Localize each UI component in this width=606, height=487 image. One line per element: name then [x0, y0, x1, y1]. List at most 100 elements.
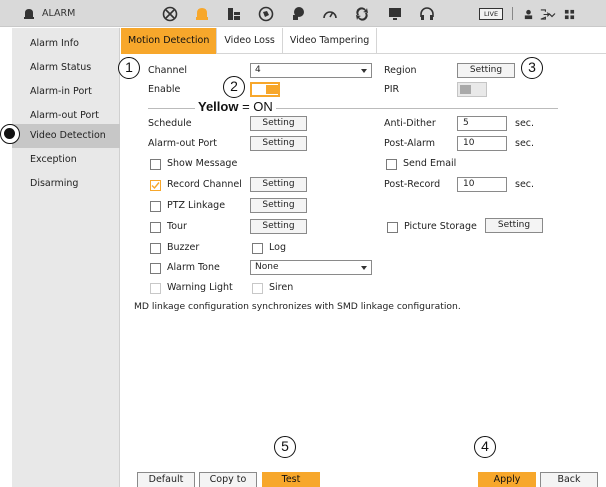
yellow-word: Yellow [198, 99, 239, 114]
tour-setting-button[interactable]: Setting [250, 219, 307, 234]
sidebar-item-alarm-in-port[interactable]: Alarm-in Port [12, 80, 120, 104]
enable-toggle[interactable] [250, 82, 280, 97]
divider [512, 7, 513, 20]
maintenance-icon[interactable] [353, 5, 371, 23]
toggle-knob [266, 85, 278, 94]
sidebar-item-alarm-status[interactable]: Alarm Status [12, 56, 120, 80]
post-alarm-label: Post-Alarm [384, 138, 436, 149]
video-wheel-icon[interactable] [161, 5, 179, 23]
alarm-tone-checkbox[interactable] [150, 263, 161, 274]
anti-dither-label: Anti-Dither [384, 118, 436, 129]
yellow-on-annotation: Yellow = ON [195, 99, 276, 114]
enable-label: Enable [148, 84, 181, 95]
audio-headphone-icon[interactable] [418, 5, 436, 23]
show-message-label: Show Message [167, 158, 238, 169]
alarm-tone-value: None [255, 262, 279, 272]
region-setting-button[interactable]: Setting [457, 63, 515, 78]
sidebar-item-exception[interactable]: Exception [12, 148, 120, 172]
alarm-bell-icon [24, 8, 34, 19]
channel-value: 4 [255, 65, 261, 75]
apply-button[interactable]: Apply [478, 472, 536, 487]
sidebar-item-alarm-info[interactable]: Alarm Info [12, 32, 120, 56]
channel-select[interactable]: 4 [250, 63, 372, 78]
warning-light-checkbox[interactable] [150, 283, 161, 294]
display-monitor-icon[interactable] [386, 5, 404, 23]
ptz-linkage-checkbox[interactable] [150, 201, 161, 212]
yellow-rest: = ON [238, 99, 273, 114]
grid-menu-icon[interactable] [563, 8, 575, 20]
log-checkbox[interactable] [252, 243, 263, 254]
ptz-linkage-label: PTZ Linkage [167, 200, 226, 211]
record-channel-checkbox[interactable] [150, 180, 161, 191]
test-button[interactable]: Test [262, 472, 320, 487]
sidebar-item-disarming[interactable]: Disarming [12, 172, 120, 196]
chevron-down-icon[interactable] [548, 8, 556, 20]
post-record-input[interactable]: 10 [457, 177, 507, 192]
callout-1: 1 [118, 57, 140, 79]
picture-storage-setting-button[interactable]: Setting [485, 218, 543, 233]
post-record-unit: sec. [515, 179, 535, 190]
live-view-button[interactable]: LIVE [479, 8, 503, 20]
user-icon[interactable] [522, 8, 534, 20]
log-label: Log [269, 242, 286, 253]
default-button[interactable]: Default [137, 472, 195, 487]
schedule-setting-button[interactable]: Setting [250, 116, 307, 131]
sidebar: Alarm Info Alarm Status Alarm-in Port Al… [12, 28, 120, 487]
pir-toggle[interactable] [457, 82, 487, 97]
ptz-camera-icon[interactable] [289, 5, 307, 23]
send-email-checkbox[interactable] [386, 159, 397, 170]
tab-motion-detection[interactable]: Motion Detection [121, 28, 218, 54]
channel-label: Channel [148, 65, 188, 76]
anti-dither-unit: sec. [515, 118, 535, 129]
record-channel-label: Record Channel [167, 179, 242, 190]
anti-dither-input[interactable]: 5 [457, 116, 507, 131]
buzzer-label: Buzzer [167, 242, 200, 253]
post-record-label: Post-Record [384, 179, 441, 190]
alarm-out-setting-button[interactable]: Setting [250, 136, 307, 151]
callout-2: 2 [223, 76, 245, 98]
post-alarm-unit: sec. [515, 138, 535, 149]
pir-label: PIR [384, 84, 400, 95]
picture-storage-checkbox[interactable] [387, 222, 398, 233]
callout-4: 4 [474, 436, 496, 458]
network-icon[interactable] [257, 5, 275, 23]
alarm-tone-select[interactable]: None [250, 260, 372, 275]
siren-checkbox[interactable] [252, 283, 263, 294]
back-button[interactable]: Back [540, 472, 598, 487]
chevron-down-icon [361, 266, 367, 270]
main-panel: Motion Detection Video Loss Video Tamper… [121, 28, 606, 487]
tab-video-tampering[interactable]: Video Tampering [283, 28, 378, 54]
toggle-knob [460, 85, 471, 94]
post-alarm-input[interactable]: 10 [457, 136, 507, 151]
region-label: Region [384, 65, 417, 76]
picture-storage-label: Picture Storage [404, 221, 477, 232]
checkmark-icon [151, 182, 160, 190]
show-message-checkbox[interactable] [150, 159, 161, 170]
linkage-note: MD linkage configuration synchronizes wi… [134, 301, 461, 312]
ptz-linkage-setting-button[interactable]: Setting [250, 198, 307, 213]
callout-5: 5 [274, 436, 296, 458]
alarm-bell-icon[interactable] [193, 5, 211, 23]
top-bar: ALARM LIVE [0, 0, 606, 27]
copy-to-button[interactable]: Copy to [199, 472, 257, 487]
chevron-down-icon [361, 69, 367, 73]
buzzer-checkbox[interactable] [150, 243, 161, 254]
schedule-label: Schedule [148, 118, 192, 129]
alarm-out-port-label: Alarm-out Port [148, 138, 217, 149]
tab-video-loss[interactable]: Video Loss [217, 28, 283, 54]
performance-gauge-icon[interactable] [321, 5, 339, 23]
alarm-tone-label: Alarm Tone [167, 262, 220, 273]
storage-icon[interactable] [225, 5, 243, 23]
send-email-label: Send Email [403, 158, 457, 169]
record-channel-setting-button[interactable]: Setting [250, 177, 307, 192]
tour-checkbox[interactable] [150, 222, 161, 233]
siren-label: Siren [269, 282, 294, 293]
window-title-text: ALARM [42, 8, 76, 19]
sidebar-item-video-detection[interactable]: Video Detection [12, 124, 120, 148]
tab-bar: Motion Detection Video Loss Video Tamper… [121, 28, 606, 54]
selection-marker [0, 124, 20, 144]
window-title: ALARM [22, 5, 75, 22]
warning-light-label: Warning Light [167, 282, 233, 293]
callout-3: 3 [521, 57, 543, 79]
tour-label: Tour [167, 221, 187, 232]
